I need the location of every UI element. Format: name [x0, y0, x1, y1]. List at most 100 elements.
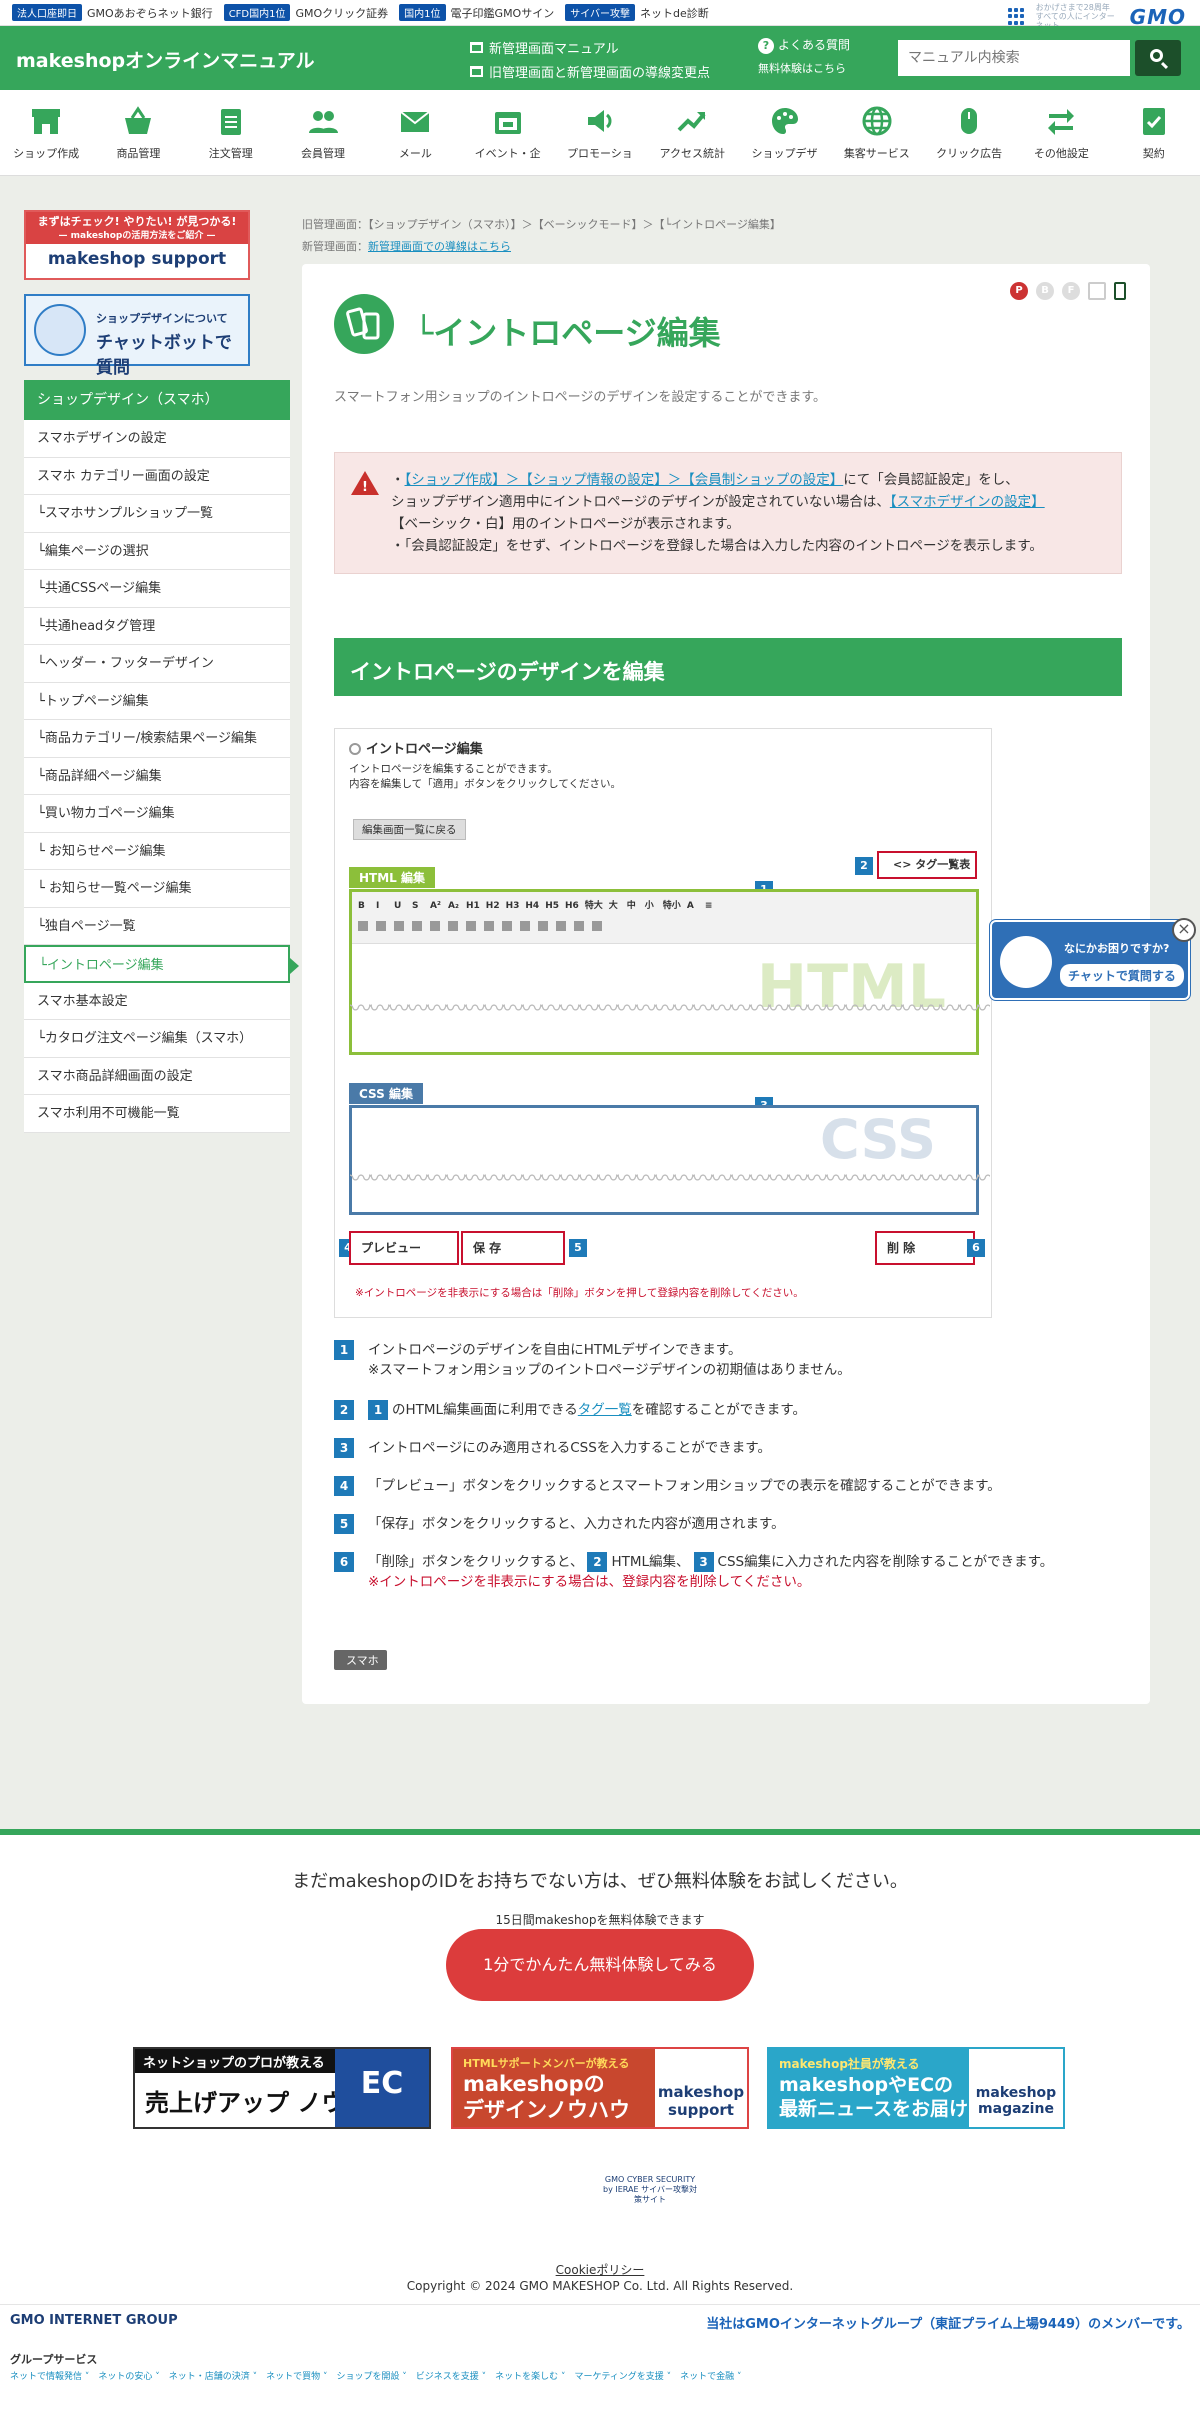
makeshop-magazine-banner[interactable]: makeshop社員が教える makeshopやECの 最新ニュースをお届け ma… — [767, 2047, 1065, 2129]
html-toolbar: B I U S A² A₂ H1 H2 H3 H4 H5 H6 特大大中小特小 A ≡ — [352, 892, 976, 944]
book-icon — [470, 66, 483, 77]
sidebar-item[interactable]: スマホデザインの設定 — [24, 420, 290, 458]
nav-item-4[interactable]: メール — [369, 90, 461, 175]
site-header: makeshopオンラインマニュアル 新管理画面マニュアル 旧管理画面と新管理画… — [0, 26, 1200, 90]
nav-item-7[interactable]: アクセス統計 — [646, 90, 738, 175]
ec-knowhow-banner[interactable]: ネットショップのプロが教える 売上げアップ ノウハウ EC — [133, 2047, 431, 2129]
sidebar-menu: ショップデザイン（スマホ） スマホデザインの設定 スマホ カテゴリー画面の設定 └ス… — [24, 380, 299, 1133]
swap-icon — [1044, 104, 1078, 138]
close-icon[interactable]: × — [1172, 918, 1196, 942]
nav-item-2[interactable]: 注文管理 — [185, 90, 277, 175]
nav-item-5[interactable]: イベント・企 — [461, 90, 553, 175]
breadcrumb: 旧管理画面：【ショップデザイン（スマホ）】＞【ベーシックモード】＞【└イントロペ… — [302, 218, 781, 253]
nav-item-label: ショップデザ — [751, 147, 818, 160]
editor-description: イントロページを編集することができます。 内容を編集して「適用」ボタンをクリックし… — [349, 763, 622, 790]
clipboard-icon — [214, 104, 248, 138]
nav-item-label: 注文管理 — [208, 147, 253, 160]
service-link[interactable]: GMOクリック証券 — [295, 5, 388, 21]
admin-change-link[interactable]: 旧管理画面と新管理画面の導線変更点 — [470, 62, 710, 81]
toolbar-button: H1 — [466, 901, 480, 911]
html-edit-tab: HTML 編集 — [349, 867, 435, 888]
gmo-top-bar: 法人口座即日 GMOあおぞらネット銀行 CFD国内1位 GMOクリック証券 国内… — [0, 0, 1200, 30]
editor-note: ※イントロページを非表示にする場合は「削除」ボタンを押して登録内容を削除してくだ… — [355, 1287, 804, 1299]
sidebar-item[interactable]: └独自ページ一覧 — [24, 908, 290, 945]
mail-icon — [398, 104, 432, 138]
sidebar-item[interactable]: スマホ基本設定 — [24, 983, 290, 1020]
chat-question-button[interactable]: チャットで質問する — [1060, 964, 1184, 987]
nav-item-3[interactable]: 会員管理 — [277, 90, 369, 175]
chat-widget[interactable]: なにかお困りですか? チャットで質問する — [990, 920, 1190, 1000]
support-banner[interactable]: まずはチェック! やりたい! が見つかる! — makeshopの活用方法をご紹介… — [24, 210, 250, 280]
copyright: Copyright © 2024 GMO MAKESHOP Co. Ltd. A… — [406, 2279, 794, 2293]
search-button[interactable] — [1135, 40, 1181, 76]
sidebar-item[interactable]: └買い物カゴページ編集 — [24, 795, 290, 833]
member-shop-settings-link[interactable]: 【ショップ作成】＞【ショップ情報の設定】＞【会員制ショップの設定】 — [405, 472, 844, 488]
toolbar-button: H2 — [485, 901, 500, 911]
sidebar-item[interactable]: スマホ カテゴリー画面の設定 — [24, 458, 290, 495]
sidebar-item[interactable]: └編集ページの選択 — [24, 533, 290, 570]
nav-item-label: その他設定 — [1033, 147, 1089, 160]
badge: 法人口座即日 — [12, 4, 82, 21]
toolbar-button: S — [412, 901, 419, 911]
sidebar-item[interactable]: └イントロページ編集 — [24, 945, 299, 983]
free-trial-link[interactable]: 無料体験はこちら — [758, 60, 850, 76]
sidebar-item[interactable]: └商品詳細ページ編集 — [24, 758, 290, 795]
new-admin-route-link[interactable]: 新管理画面での導線はこちら — [368, 240, 511, 253]
new-admin-manual-link[interactable]: 新管理画面マニュアル — [470, 38, 619, 57]
site-title[interactable]: makeshopオンラインマニュアル — [16, 46, 315, 73]
nav-item-0[interactable]: ショップ作成 — [0, 90, 92, 175]
group-services-links[interactable]: ネットで情報発信 ˅ ネットの安心 ˅ ネット・店舗の決済 ˅ ネットで買物 ˅… — [10, 2369, 742, 2382]
sidebar-item[interactable]: スマホ商品詳細画面の設定 — [24, 1058, 290, 1095]
sidebar-item[interactable]: └スマホサンプルショップ一覧 — [24, 495, 290, 533]
help-area: ? よくある質問 無料体験はこちら — [758, 36, 850, 76]
nav-item-label: ショップ作成 — [13, 147, 80, 160]
sidebar-item[interactable]: └カタログ注文ページ編集（スマホ） — [24, 1020, 290, 1058]
cyber-security-badge[interactable]: GMO CYBER SECURITY by IERAE サイバー攻撃対策サイト — [600, 2167, 700, 2221]
sidebar-item[interactable]: └ヘッダー・フッターデザイン — [24, 645, 290, 683]
gmo-group-bar: GMO INTERNET GROUP 当社はGMOインターネットグループ（東証プ… — [0, 2304, 1200, 2334]
nav-item-8[interactable]: ショップデザ — [738, 90, 830, 175]
toolbar-button: H4 — [525, 901, 540, 911]
service-link[interactable]: 電子印鑑GMOサイン — [451, 5, 555, 21]
chatbot-banner-title: チャットボットで質問 — [96, 333, 232, 378]
nav-item-1[interactable]: 商品管理 — [92, 90, 184, 175]
sidebar-item[interactable]: └ お知らせ一覧ページ編集 — [24, 870, 290, 908]
nav-item-9[interactable]: 集客サービス — [831, 90, 923, 175]
sidebar-item[interactable]: └商品カテゴリー/検索結果ページ編集 — [24, 720, 290, 758]
service-link[interactable]: ネットde診断 — [640, 5, 709, 21]
makeshop-support-logo: makeshop support — [47, 249, 227, 269]
search-input[interactable] — [898, 40, 1130, 76]
sidebar-item[interactable]: └共通CSSページ編集 — [24, 570, 290, 608]
toolbar-button: H3 — [505, 901, 520, 911]
sidebar-item[interactable]: └共通headタグ管理 — [24, 608, 290, 645]
nav-item-11[interactable]: その他設定 — [1015, 90, 1107, 175]
preview-button: プレビュー — [349, 1231, 459, 1265]
free-trial-button[interactable]: 1分でかんたん無料体験してみる — [446, 1929, 754, 2001]
gmo-logo[interactable]: GMO — [1130, 5, 1186, 29]
section-heading: イントロページのデザインを編集 — [334, 638, 1122, 696]
gmo-internet-group-logo[interactable]: GMO INTERNET GROUP — [10, 2313, 178, 2328]
cookie-policy-link[interactable]: Cookieポリシー — [0, 2261, 1200, 2278]
category-nav: ショップ作成 商品管理 注文管理 会員管理 メール イベント・企 プロモーショ アクセス統計 シ… — [0, 90, 1200, 176]
smartphone-design-settings-link[interactable]: 【スマホデザインの設定】 — [890, 494, 1045, 510]
toolbar-button: B — [358, 901, 365, 911]
callout-6: 6 — [967, 1239, 985, 1257]
service-link[interactable]: GMOあおぞらネット銀行 — [87, 5, 213, 21]
tag-list-link[interactable]: タグ一覧 — [578, 1402, 632, 1418]
sidebar-item[interactable]: スマホ利用不可機能一覧 — [24, 1095, 290, 1133]
toolbar-button: H6 — [564, 901, 579, 911]
nav-item-10[interactable]: クリック広告 — [923, 90, 1015, 175]
nav-item-label: プロモーショ — [567, 147, 633, 160]
sidebar-item[interactable]: └トップページ編集 — [24, 683, 290, 720]
sidebar-menu-head[interactable]: ショップデザイン（スマホ） — [24, 380, 290, 420]
nav-item-label: 会員管理 — [301, 147, 346, 160]
chatbot-banner[interactable]: ショップデザインについて チャットボットで質問 — [24, 294, 250, 378]
grid-menu-icon[interactable] — [1007, 7, 1026, 26]
tag-smartphone[interactable]: スマホ — [334, 1650, 387, 1670]
nav-item-12[interactable]: 契約 — [1108, 90, 1200, 175]
design-knowhow-banner[interactable]: HTMLサポートメンバーが教える makeshopの デザインノウハウ makes… — [451, 2047, 749, 2129]
toolbar-button: A₂ — [448, 901, 459, 911]
faq-link[interactable]: ? よくある質問 — [758, 38, 850, 54]
nav-item-6[interactable]: プロモーショ — [554, 90, 646, 175]
sidebar-item[interactable]: └ お知らせページ編集 — [24, 833, 290, 870]
